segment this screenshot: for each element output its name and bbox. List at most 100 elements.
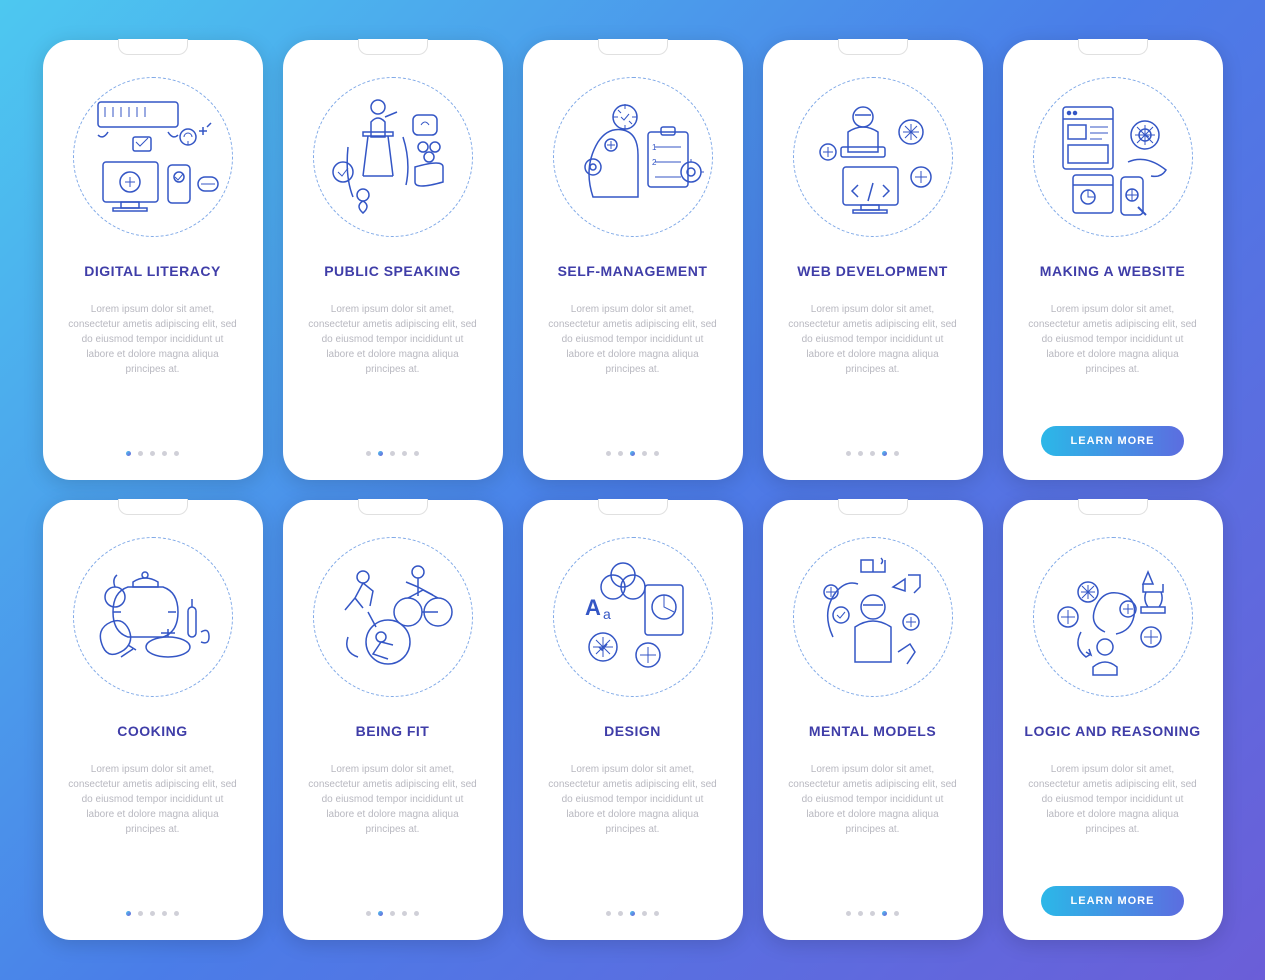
page-dot[interactable] [366, 911, 371, 916]
phone-notch [358, 499, 428, 515]
page-dot[interactable] [870, 911, 875, 916]
page-dot[interactable] [894, 911, 899, 916]
onboarding-card: MENTAL MODELS Lorem ipsum dolor sit amet,… [763, 500, 983, 940]
phone-notch [1078, 499, 1148, 515]
row-1: DIGITAL LITERACY Lorem ipsum dolor sit am… [43, 40, 1223, 480]
page-dot[interactable] [138, 451, 143, 456]
onboarding-card: LOGIC AND REASONING Lorem ipsum dolor sit… [1003, 500, 1223, 940]
svg-text:A: A [585, 595, 601, 620]
page-dot[interactable] [150, 451, 155, 456]
card-description: Lorem ipsum dolor sit amet, consectetur … [539, 302, 727, 377]
mental-models-icon [788, 532, 958, 702]
page-dot[interactable] [414, 911, 419, 916]
onboarding-card: COOKING Lorem ipsum dolor sit amet, conse… [43, 500, 263, 940]
page-dot[interactable] [390, 911, 395, 916]
card-title: LOGIC AND REASONING [1024, 722, 1200, 740]
page-dot[interactable] [618, 911, 623, 916]
learn-more-button[interactable]: LEARN MORE [1041, 426, 1185, 456]
web-development-icon [788, 72, 958, 242]
phone-notch [598, 39, 668, 55]
page-dot[interactable] [882, 911, 887, 916]
learn-more-button[interactable]: LEARN MORE [1041, 886, 1185, 916]
design-icon: A a [548, 532, 718, 702]
page-dot[interactable] [858, 911, 863, 916]
page-dot[interactable] [150, 911, 155, 916]
card-title: MENTAL MODELS [809, 722, 936, 740]
page-dot[interactable] [630, 911, 635, 916]
card-description: Lorem ipsum dolor sit amet, consectetur … [539, 762, 727, 837]
card-description: Lorem ipsum dolor sit amet, consectetur … [299, 302, 487, 377]
page-dot[interactable] [366, 451, 371, 456]
card-title: DIGITAL LITERACY [84, 262, 221, 280]
card-title: PUBLIC SPEAKING [324, 262, 461, 280]
card-title: SELF-MANAGEMENT [558, 262, 708, 280]
page-dot[interactable] [378, 451, 383, 456]
page-dot[interactable] [654, 911, 659, 916]
card-title: BEING FIT [356, 722, 430, 740]
page-dot[interactable] [174, 911, 179, 916]
onboarding-card: WEB DEVELOPMENTLorem ipsum dolor sit ame… [763, 40, 983, 480]
svg-text:1: 1 [652, 143, 657, 152]
page-indicator [606, 451, 659, 456]
page-indicator [606, 911, 659, 916]
onboarding-card: PUBLIC SPEAKING Lorem ipsum dolor sit ame… [283, 40, 503, 480]
onboarding-card: 1 2 SELF-MANAGEMENT Lorem ipsum dolor sit… [523, 40, 743, 480]
page-dot[interactable] [606, 451, 611, 456]
card-description: Lorem ipsum dolor sit amet, consectetur … [59, 762, 247, 837]
phone-notch [838, 499, 908, 515]
page-dot[interactable] [390, 451, 395, 456]
page-dot[interactable] [618, 451, 623, 456]
page-dot[interactable] [402, 911, 407, 916]
phone-notch [118, 499, 188, 515]
onboarding-card: MAKING A WEBSITE Lorem ipsum dolor sit am… [1003, 40, 1223, 480]
page-dot[interactable] [414, 451, 419, 456]
card-title: MAKING A WEBSITE [1040, 262, 1185, 280]
public-speaking-icon [308, 72, 478, 242]
page-dot[interactable] [882, 451, 887, 456]
svg-text:a: a [603, 606, 611, 622]
card-description: Lorem ipsum dolor sit amet, consectetur … [1019, 762, 1207, 837]
page-dot[interactable] [654, 451, 659, 456]
page-dot[interactable] [162, 911, 167, 916]
being-fit-icon [308, 532, 478, 702]
page-dot[interactable] [858, 451, 863, 456]
logic-reasoning-icon [1028, 532, 1198, 702]
page-indicator [126, 911, 179, 916]
page-dot[interactable] [894, 451, 899, 456]
phone-notch [598, 499, 668, 515]
page-indicator [366, 911, 419, 916]
phone-notch [1078, 39, 1148, 55]
card-title: COOKING [117, 722, 187, 740]
phone-notch [118, 39, 188, 55]
page-dot[interactable] [642, 911, 647, 916]
svg-text:2: 2 [652, 158, 657, 167]
page-dot[interactable] [870, 451, 875, 456]
card-title: DESIGN [604, 722, 661, 740]
page-dot[interactable] [126, 451, 131, 456]
making-website-icon [1028, 72, 1198, 242]
page-dot[interactable] [138, 911, 143, 916]
digital-literacy-icon [68, 72, 238, 242]
page-dot[interactable] [606, 911, 611, 916]
card-description: Lorem ipsum dolor sit amet, consectetur … [59, 302, 247, 377]
page-indicator [846, 911, 899, 916]
page-dot[interactable] [642, 451, 647, 456]
onboarding-card: BEING FITLorem ipsum dolor sit amet, con… [283, 500, 503, 940]
page-dot[interactable] [846, 911, 851, 916]
phone-notch [358, 39, 428, 55]
cooking-icon [68, 532, 238, 702]
onboarding-card: DIGITAL LITERACY Lorem ipsum dolor sit am… [43, 40, 263, 480]
card-description: Lorem ipsum dolor sit amet, consectetur … [1019, 302, 1207, 377]
card-title: WEB DEVELOPMENT [797, 262, 948, 280]
page-dot[interactable] [846, 451, 851, 456]
page-dot[interactable] [126, 911, 131, 916]
row-2: COOKING Lorem ipsum dolor sit amet, conse… [43, 500, 1223, 940]
page-dot[interactable] [630, 451, 635, 456]
page-dot[interactable] [174, 451, 179, 456]
card-description: Lorem ipsum dolor sit amet, consectetur … [779, 762, 967, 837]
phone-notch [838, 39, 908, 55]
page-dot[interactable] [162, 451, 167, 456]
page-dot[interactable] [378, 911, 383, 916]
page-indicator [126, 451, 179, 456]
page-dot[interactable] [402, 451, 407, 456]
